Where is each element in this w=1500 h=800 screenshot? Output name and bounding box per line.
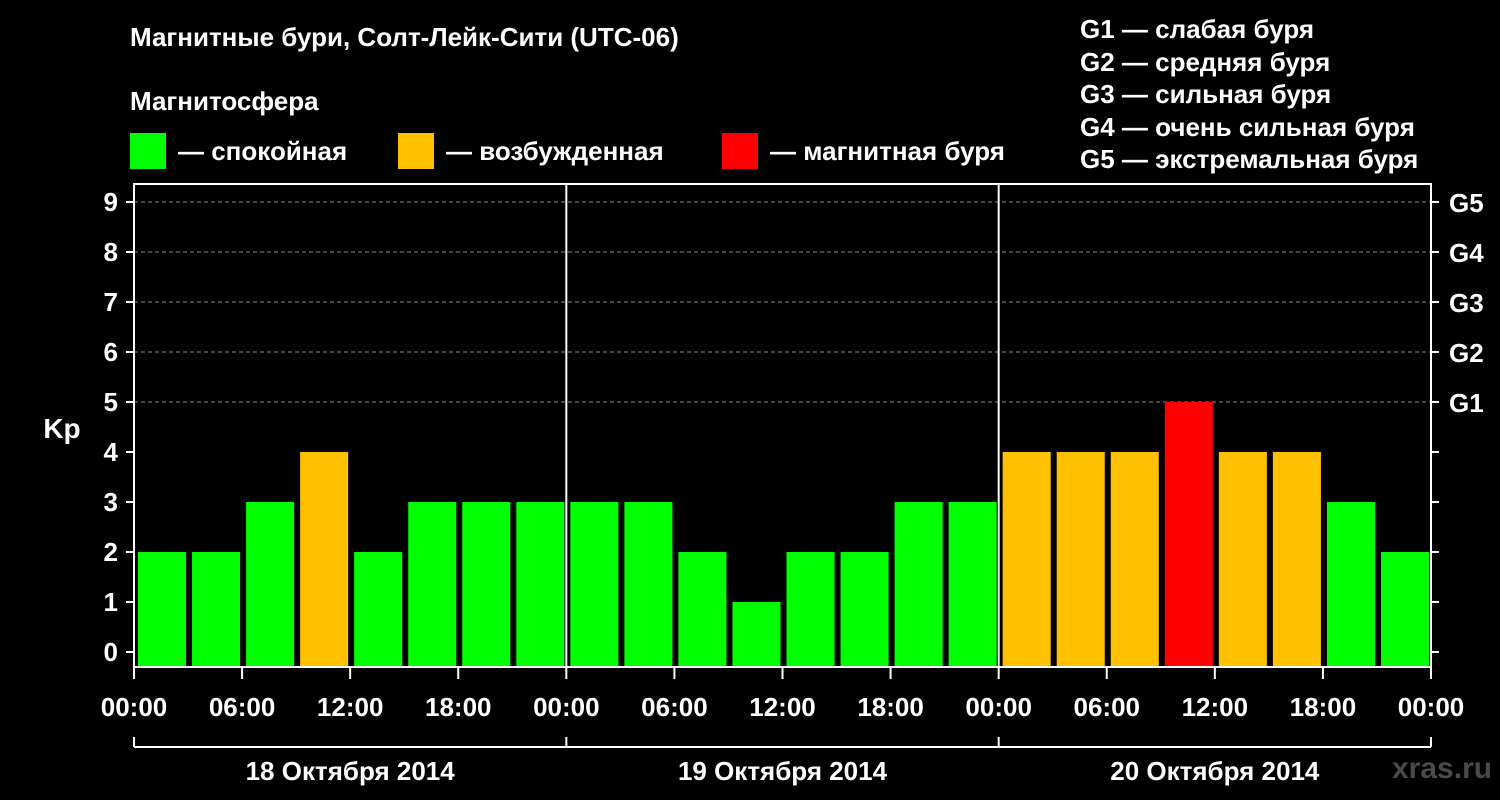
y-tick-label-9: 9	[104, 187, 118, 217]
y-tick-label-8: 8	[104, 237, 118, 267]
day-label-1: 19 Октября 2014	[678, 756, 888, 786]
x-tick-label-1: 06:00	[209, 692, 276, 722]
bar-19	[1164, 402, 1213, 667]
x-tick-label-10: 12:00	[1182, 692, 1249, 722]
g-tick-label-G3: G3	[1449, 288, 1484, 318]
day-label-2: 20 Октября 2014	[1110, 756, 1320, 786]
kp-chart: 0 1 2 3 4 5 6 7 8 9 G1 G2 G3 G4 G5 Kp 00:00 06:00 12:00 18:…	[43, 183, 1484, 786]
bar-6	[462, 502, 511, 667]
bar-7	[516, 502, 565, 667]
y-tick-label-7: 7	[104, 287, 118, 317]
x-tick-label-9: 06:00	[1074, 692, 1141, 722]
bar-2	[246, 502, 295, 667]
bar-21	[1272, 452, 1321, 667]
x-tick-label-2: 12:00	[317, 692, 384, 722]
g-tick-label-G1: G1	[1449, 388, 1484, 418]
bar-9	[624, 502, 673, 667]
y-tick-label-1: 1	[104, 587, 118, 617]
day-label-0: 18 Октября 2014	[246, 756, 456, 786]
bar-20	[1218, 452, 1267, 667]
x-tick-label-8: 00:00	[965, 692, 1032, 722]
bar-11	[732, 602, 781, 667]
bar-23	[1380, 552, 1429, 667]
bar-15	[948, 502, 997, 667]
bar-22	[1326, 502, 1375, 667]
bar-1	[192, 552, 241, 667]
y-tick-label-6: 6	[104, 337, 118, 367]
bar-5	[408, 502, 457, 667]
x-tick-label-6: 12:00	[749, 692, 816, 722]
bar-8	[570, 502, 619, 667]
g-tick-label-G5: G5	[1449, 188, 1484, 218]
y-tick-label-4: 4	[104, 437, 119, 467]
x-tick-label-7: 18:00	[857, 692, 924, 722]
bar-4	[354, 552, 403, 667]
g-tick-label-G2: G2	[1449, 338, 1484, 368]
x-tick-label-4: 00:00	[533, 692, 600, 722]
x-tick-label-12: 00:00	[1398, 692, 1465, 722]
bar-13	[840, 552, 889, 667]
x-tick-label-11: 18:00	[1290, 692, 1357, 722]
bar-10	[678, 552, 727, 667]
watermark: xras.ru	[1392, 752, 1493, 785]
bar-0	[138, 552, 187, 667]
bar-18	[1110, 452, 1159, 667]
bar-14	[894, 502, 943, 667]
x-tick-label-3: 18:00	[425, 692, 492, 722]
y-tick-label-3: 3	[104, 487, 118, 517]
g-tick-label-G4: G4	[1449, 238, 1484, 268]
y-tick-label-0: 0	[104, 637, 118, 667]
bar-16	[1002, 452, 1051, 667]
y-tick-label-2: 2	[104, 537, 118, 567]
bar-3	[300, 452, 349, 667]
y-tick-label-5: 5	[104, 387, 118, 417]
x-tick-label-0: 00:00	[101, 692, 168, 722]
y-axis-label: Kp	[43, 413, 80, 444]
bar-12	[786, 552, 835, 667]
bar-17	[1056, 452, 1105, 667]
x-tick-label-5: 06:00	[641, 692, 708, 722]
